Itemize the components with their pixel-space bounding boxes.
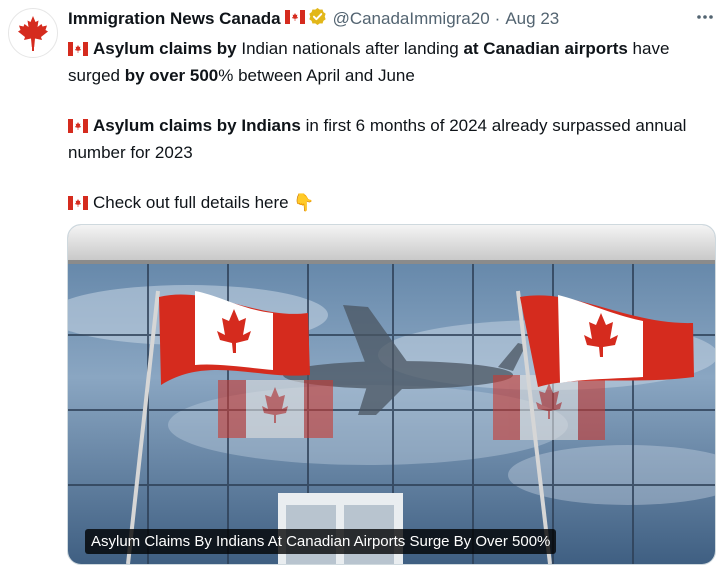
- separator-dot: ·: [494, 9, 501, 28]
- bold-text: by over 500: [124, 66, 219, 85]
- tweet-media-image[interactable]: Asylum Claims By Indians At Canadian Air…: [67, 224, 716, 565]
- tweet-paragraph: Asylum claims by Indians in first 6 mont…: [68, 113, 713, 165]
- canada-flag-icon: [68, 192, 88, 217]
- canada-flag-icon: [68, 38, 88, 63]
- author-handle[interactable]: @CanadaImmigra20: [333, 9, 490, 29]
- maple-leaf-logo: [10, 10, 56, 56]
- tweet-text-segment: 👇: [293, 193, 315, 212]
- canada-flag-icon: [68, 115, 88, 140]
- tweet-paragraph: Asylum claims by Indian nationals after …: [68, 36, 713, 88]
- tweet-header: Immigration News Canada @CanadaImmigra20…: [68, 7, 559, 31]
- tweet-text-segment: Check out full details here: [93, 193, 294, 212]
- tweet-date[interactable]: Aug 23: [505, 9, 559, 29]
- author-name[interactable]: Immigration News Canada: [68, 9, 281, 29]
- flags-airport-photo: [68, 225, 715, 564]
- tweet-text-segment: Indian nationals after landing: [236, 39, 464, 58]
- tweet-paragraph: Check out full details here 👇: [68, 190, 713, 217]
- verified-badge-icon[interactable]: [308, 7, 327, 31]
- bold-text: Asylum claims by Indians: [93, 116, 301, 135]
- canada-flag-icon: [284, 9, 305, 29]
- tweet-text: Asylum claims by Indian nationals after …: [68, 36, 713, 217]
- media-caption: Asylum Claims By Indians At Canadian Air…: [85, 529, 557, 554]
- bold-text: Asylum claims by: [93, 39, 237, 58]
- bold-text: at Canadian airports: [463, 39, 628, 58]
- tweet-text-segment: % between April and June: [218, 66, 415, 85]
- avatar[interactable]: [8, 8, 58, 58]
- ellipsis-icon[interactable]: [695, 9, 715, 25]
